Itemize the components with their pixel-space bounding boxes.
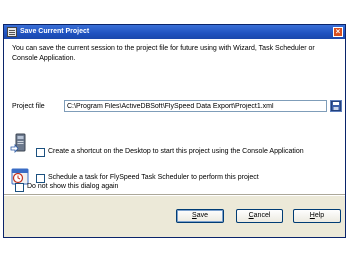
window-title: Save Current Project	[20, 28, 90, 35]
cancel-button[interactable]: Cancel	[236, 209, 283, 223]
save-button[interactable]: Save	[176, 209, 224, 223]
floppy-icon	[331, 101, 341, 111]
help-button[interactable]: Help	[293, 209, 341, 223]
title-bar: Save Current Project ×	[4, 25, 345, 39]
project-file-input[interactable]	[64, 100, 327, 112]
cancel-button-label: ancel	[253, 212, 271, 219]
project-file-label: Project file	[12, 103, 45, 110]
dialog-body: You can save the current session to the …	[4, 39, 345, 194]
help-button-label: elp	[314, 212, 325, 219]
save-button-label: ave	[196, 212, 208, 219]
dont-show-checkbox[interactable]	[15, 183, 24, 192]
create-shortcut-label: Create a shortcut on the Desktop to star…	[48, 148, 304, 155]
create-shortcut-checkbox[interactable]	[36, 148, 45, 157]
console-shortcut-icon	[10, 133, 26, 153]
app-icon	[7, 27, 17, 37]
intro-text: You can save the current session to the …	[12, 45, 315, 62]
close-button[interactable]: ×	[333, 27, 343, 37]
save-project-dialog: Save Current Project × You can save the …	[3, 24, 346, 238]
dont-show-label: Do not show this dialog again	[27, 183, 119, 190]
browse-save-button[interactable]	[330, 100, 342, 112]
separator-highlight	[4, 195, 345, 196]
schedule-task-checkbox[interactable]	[36, 174, 45, 183]
schedule-task-label: Schedule a task for FlySpeed Task Schedu…	[48, 174, 259, 181]
